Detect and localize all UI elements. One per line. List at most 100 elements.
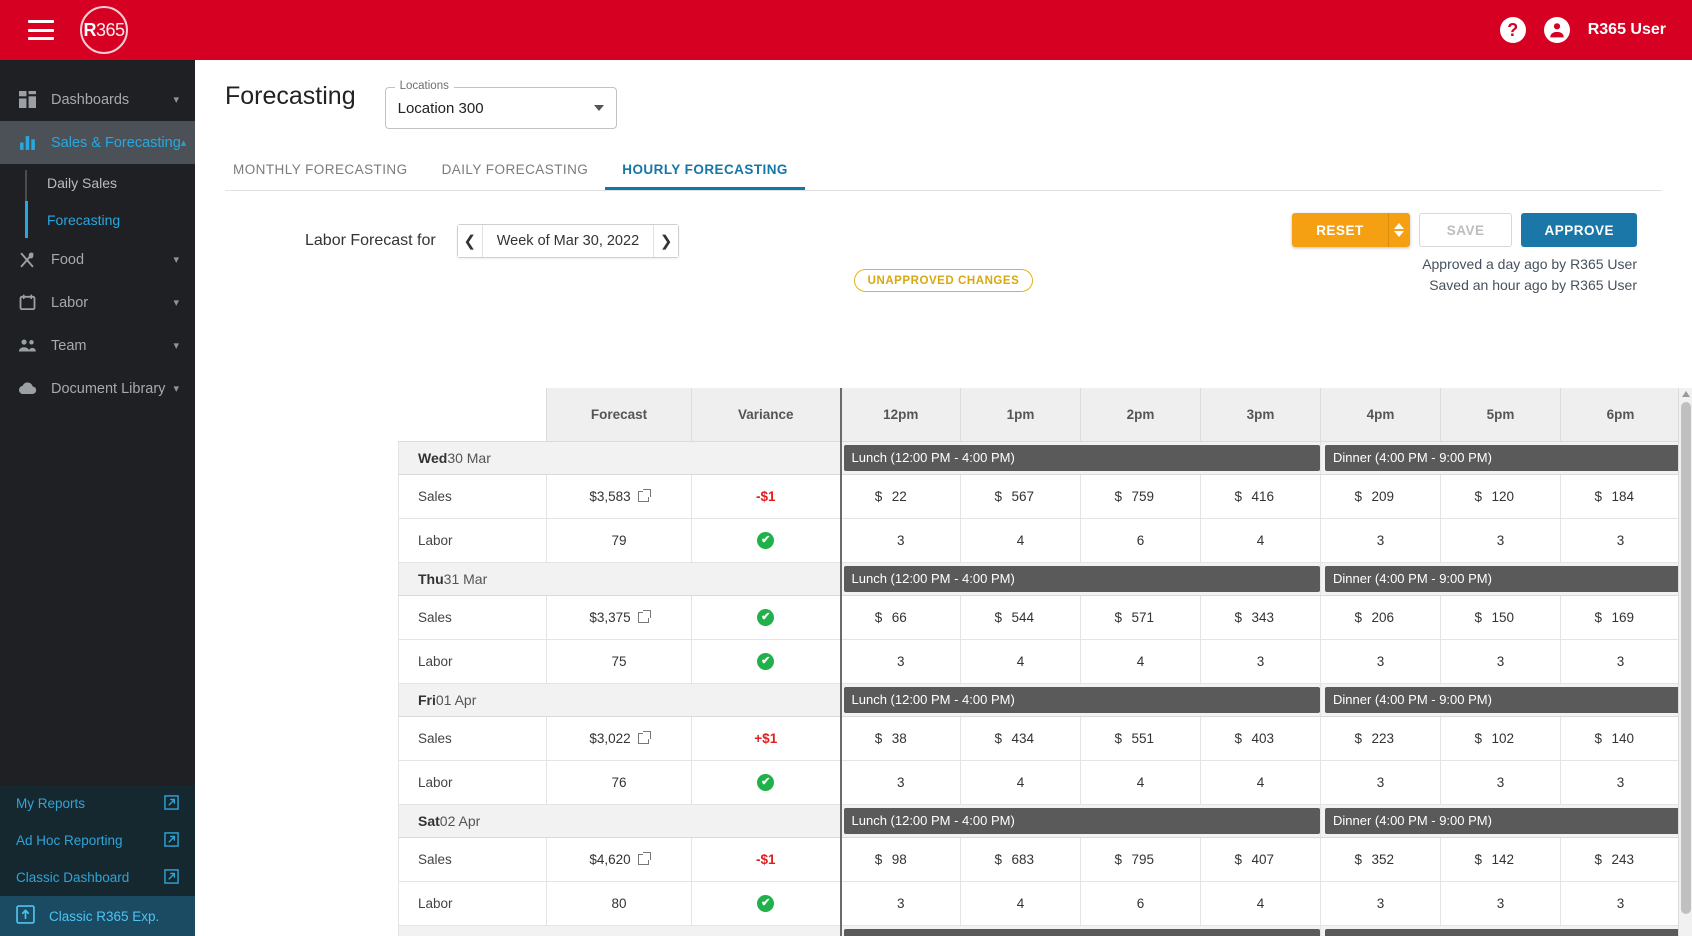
sales-hour-cell[interactable]: $209 — [1320, 473, 1441, 519]
labor-hour-cell[interactable]: 4 — [1200, 880, 1321, 926]
locations-select[interactable]: Locations Location 300 — [384, 80, 617, 129]
labor-hour-cell[interactable]: 3 — [839, 517, 961, 563]
sales-hour-cell[interactable]: $551 — [1080, 715, 1201, 761]
sales-hour-cell[interactable]: $243 — [1560, 836, 1681, 882]
spinner-arrows-icon[interactable] — [1387, 213, 1410, 247]
sales-hour-cell[interactable]: $206 — [1320, 594, 1441, 640]
col-header-12pm[interactable]: 12pm — [839, 388, 961, 442]
col-header-1pm[interactable]: 1pm — [960, 388, 1081, 442]
sidebar-item-food[interactable]: Food ▾ — [0, 238, 195, 281]
chevron-down-icon[interactable]: ▾ — [173, 296, 179, 309]
approve-button[interactable]: APPROVE — [1521, 213, 1637, 247]
lunch-daypart-band[interactable]: Lunch (12:00 PM - 4:00 PM) — [839, 682, 1321, 717]
labor-hour-cell[interactable]: 3 — [839, 880, 961, 926]
col-header-3pm[interactable]: 3pm — [1200, 388, 1321, 442]
sales-hour-cell[interactable]: $567 — [960, 473, 1081, 519]
labor-hour-cell[interactable]: 3 — [1560, 517, 1681, 563]
sales-hour-cell[interactable]: $434 — [960, 715, 1081, 761]
sales-hour-cell[interactable]: $140 — [1560, 715, 1681, 761]
user-name-label[interactable]: R365 User — [1588, 21, 1666, 39]
save-button[interactable]: SAVE — [1418, 213, 1513, 247]
sales-hour-cell[interactable]: $98 — [839, 836, 961, 882]
external-link-icon[interactable] — [164, 794, 179, 813]
sidebar-item-daily-sales[interactable]: Daily Sales — [32, 164, 195, 201]
sales-hour-cell[interactable]: $142 — [1440, 836, 1561, 882]
sidebar-item-my-reports[interactable]: My Reports — [0, 785, 195, 822]
sales-hour-cell[interactable]: $352 — [1320, 836, 1441, 882]
open-in-new-icon[interactable] — [637, 851, 651, 865]
labor-hour-cell[interactable]: 3 — [1440, 880, 1561, 926]
reset-button[interactable]: RESET — [1292, 213, 1388, 247]
col-header-6pm[interactable]: 6pm — [1560, 388, 1681, 442]
sales-hour-cell[interactable]: $120 — [1440, 473, 1561, 519]
account-circle-icon[interactable] — [1543, 17, 1570, 43]
sales-forecast-cell[interactable]: $3,022 — [546, 715, 692, 761]
labor-hour-cell[interactable]: 4 — [1080, 638, 1201, 684]
labor-forecast-cell[interactable]: 76 — [546, 759, 692, 805]
sales-hour-cell[interactable]: $795 — [1080, 836, 1201, 882]
sales-forecast-cell[interactable]: $4,620 — [546, 836, 692, 882]
external-link-icon[interactable] — [164, 868, 179, 887]
labor-hour-cell[interactable]: 4 — [1200, 517, 1321, 563]
col-header-5pm[interactable]: 5pm — [1440, 388, 1561, 442]
labor-hour-cell[interactable]: 3 — [1440, 638, 1561, 684]
chevron-down-icon[interactable]: ▾ — [173, 253, 179, 266]
sales-forecast-cell[interactable]: $3,583 — [546, 473, 692, 519]
col-header-forecast[interactable]: Forecast — [546, 388, 692, 442]
week-label[interactable]: Week of Mar 30, 2022 — [483, 225, 653, 257]
labor-hour-cell[interactable]: 3 — [1440, 517, 1561, 563]
labor-hour-cell[interactable]: 3 — [1320, 638, 1441, 684]
lunch-daypart-band[interactable]: Lunch (12:00 PM - 4:00 PM) — [839, 561, 1321, 596]
sales-hour-cell[interactable]: $571 — [1080, 594, 1201, 640]
sales-forecast-cell[interactable]: $3,375 — [546, 594, 692, 640]
dinner-daypart-band[interactable]: Dinner (4:00 PM - 9:00 PM) — [1320, 924, 1682, 936]
sales-hour-cell[interactable]: $184 — [1560, 473, 1681, 519]
labor-forecast-cell[interactable]: 79 — [546, 517, 692, 563]
chevron-right-icon[interactable]: ❯ — [653, 225, 679, 257]
labor-hour-cell[interactable]: 4 — [960, 759, 1081, 805]
sidebar-item-dashboards[interactable]: Dashboards ▾ — [0, 78, 195, 121]
labor-hour-cell[interactable]: 3 — [1320, 517, 1441, 563]
help-icon[interactable]: ? — [1499, 17, 1526, 43]
dinner-daypart-band[interactable]: Dinner (4:00 PM - 9:00 PM) — [1320, 561, 1682, 596]
open-in-new-icon[interactable] — [637, 609, 651, 623]
labor-hour-cell[interactable]: 3 — [1320, 880, 1441, 926]
open-in-new-icon[interactable] — [637, 488, 651, 502]
chevron-down-icon[interactable]: ▾ — [173, 339, 179, 352]
chevron-down-icon[interactable]: ▾ — [173, 382, 179, 395]
hamburger-icon[interactable] — [28, 20, 54, 40]
col-header-variance[interactable]: Variance — [691, 388, 841, 442]
vertical-scrollbar[interactable] — [1678, 388, 1692, 936]
sales-hour-cell[interactable]: $544 — [960, 594, 1081, 640]
sidebar-item-classic-dashboard[interactable]: Classic Dashboard — [0, 859, 195, 896]
labor-hour-cell[interactable]: 4 — [1200, 759, 1321, 805]
sales-hour-cell[interactable]: $407 — [1200, 836, 1321, 882]
sales-hour-cell[interactable]: $169 — [1560, 594, 1681, 640]
sales-hour-cell[interactable]: $102 — [1440, 715, 1561, 761]
labor-hour-cell[interactable]: 4 — [960, 517, 1081, 563]
sidebar-item-classic-r365-exp[interactable]: Classic R365 Exp. — [0, 896, 195, 936]
sales-hour-cell[interactable]: $223 — [1320, 715, 1441, 761]
hourly-forecast-grid-container[interactable]: Forecast Variance 12pm 1pm 2pm 3pm 4pm 5… — [398, 388, 1692, 936]
tab-hourly-forecasting[interactable]: HOURLY FORECASTING — [605, 153, 805, 190]
sales-hour-cell[interactable]: $38 — [839, 715, 961, 761]
vertical-scrollbar-thumb[interactable] — [1681, 402, 1691, 914]
labor-hour-cell[interactable]: 6 — [1080, 517, 1201, 563]
labor-hour-cell[interactable]: 4 — [1080, 759, 1201, 805]
sales-hour-cell[interactable]: $150 — [1440, 594, 1561, 640]
labor-forecast-cell[interactable]: 75 — [546, 638, 692, 684]
labor-hour-cell[interactable]: 3 — [1560, 880, 1681, 926]
labor-hour-cell[interactable]: 4 — [960, 880, 1081, 926]
sales-hour-cell[interactable]: $759 — [1080, 473, 1201, 519]
chevron-down-icon[interactable]: ▾ — [173, 93, 179, 106]
sales-hour-cell[interactable]: $343 — [1200, 594, 1321, 640]
open-in-new-icon[interactable] — [637, 730, 651, 744]
sales-hour-cell[interactable]: $66 — [839, 594, 961, 640]
sidebar-item-ad-hoc-reporting[interactable]: Ad Hoc Reporting — [0, 822, 195, 859]
labor-hour-cell[interactable]: 3 — [1320, 759, 1441, 805]
tab-monthly-forecasting[interactable]: MONTHLY FORECASTING — [225, 153, 425, 190]
sidebar-item-labor[interactable]: Labor ▾ — [0, 281, 195, 324]
lunch-daypart-band[interactable]: Lunch (12:00 PM - 4:00 PM) — [839, 924, 1321, 936]
labor-hour-cell[interactable]: 3 — [1440, 759, 1561, 805]
sidebar-item-team[interactable]: Team ▾ — [0, 324, 195, 367]
